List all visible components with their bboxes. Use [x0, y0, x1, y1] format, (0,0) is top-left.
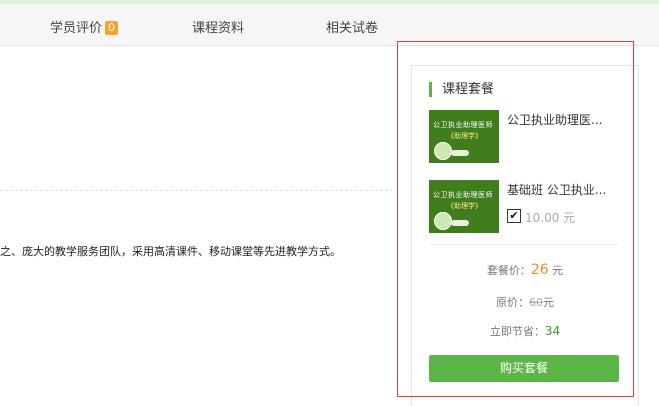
tab-course-materials[interactable]: 课程资料	[192, 17, 244, 36]
tab-related-exams[interactable]: 相关试卷	[326, 17, 378, 36]
highlight-box	[397, 41, 634, 397]
tab-label: 学员评价	[50, 21, 103, 36]
course-tabs: 学员评价 0 课程资料 相关试卷	[0, 4, 659, 46]
tab-label: 相关试卷	[326, 21, 379, 36]
content-divider	[0, 190, 393, 191]
course-description: 之、庞大的教学服务团队，采用高清课件、移动课堂等先进教学方式。	[0, 245, 341, 258]
review-count-badge: 0	[105, 21, 119, 35]
tab-student-reviews[interactable]: 学员评价 0	[50, 17, 119, 36]
tab-label: 课程资料	[192, 21, 245, 36]
